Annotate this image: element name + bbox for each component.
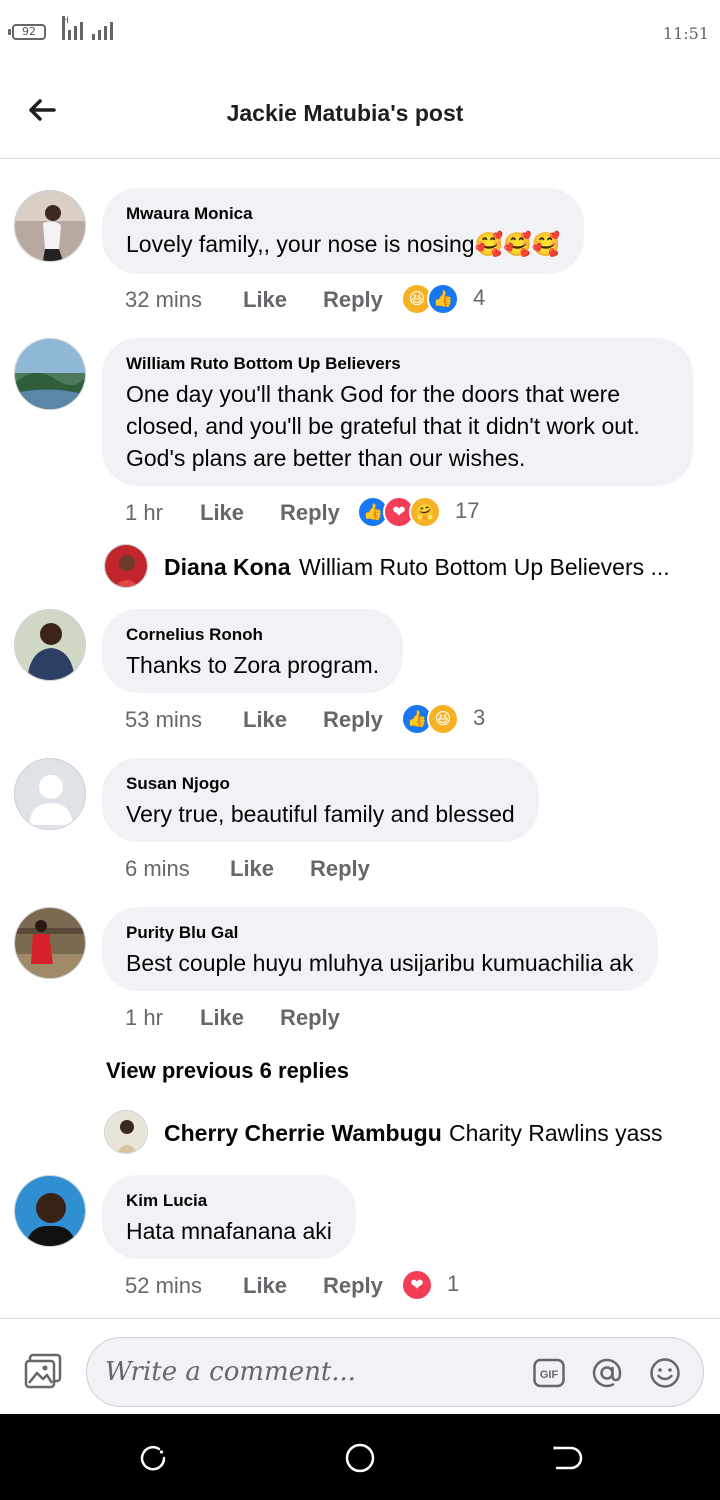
reply-button[interactable]: Reply: [323, 287, 383, 313]
reply-button[interactable]: Reply: [310, 856, 370, 882]
mention-icon: [592, 1358, 622, 1388]
reaction-count: 3: [473, 705, 486, 730]
signal-icon: H: [62, 16, 88, 40]
comment-text: Very true, beautiful family and blessed: [126, 801, 515, 827]
comment-author[interactable]: William Ruto Bottom Up Believers: [126, 354, 669, 374]
love-reaction-icon: ❤: [401, 1269, 433, 1301]
home-icon: [345, 1443, 375, 1473]
comment-author[interactable]: Purity Blu Gal: [126, 923, 634, 943]
signal-icon-2: [92, 18, 118, 40]
recents-icon: [140, 1446, 166, 1471]
comment-text: Lovely family,, your nose is nosing🥰🥰🥰: [126, 231, 561, 257]
comment-bubble[interactable]: Susan Njogo Very true, beautiful family …: [102, 758, 539, 842]
comment-text-line: One day you'll thank God for the doors t…: [126, 381, 621, 407]
comment-text: Hata mnafanana aki: [126, 1218, 332, 1244]
reply-text: William Ruto Bottom Up Believers ...: [299, 554, 670, 580]
like-button[interactable]: Like: [243, 287, 287, 313]
comment-bubble[interactable]: Kim Lucia Hata mnafanana aki: [102, 1175, 356, 1259]
comment-time[interactable]: 32 mins: [125, 287, 202, 313]
comment-bubble[interactable]: Purity Blu Gal Best couple huyu mluhya u…: [102, 907, 658, 991]
comment-text-line: God's plans are better than our wishes.: [126, 445, 526, 471]
like-button[interactable]: Like: [243, 707, 287, 733]
comment-author[interactable]: Kim Lucia: [126, 1191, 332, 1211]
emoji-button[interactable]: [649, 1357, 681, 1389]
comment-composer: GIF: [0, 1318, 720, 1414]
mention-button[interactable]: [591, 1357, 623, 1389]
view-previous-replies-link[interactable]: View previous 6 replies: [106, 1058, 349, 1084]
comment-input[interactable]: [105, 1354, 525, 1390]
clock: 11:51: [662, 24, 709, 43]
page-title: Jackie Matubia's post: [226, 100, 464, 126]
battery-level: 92: [22, 25, 36, 38]
recents-button[interactable]: [137, 1442, 169, 1474]
like-button[interactable]: Like: [200, 1005, 244, 1031]
back-nav-icon: [553, 1446, 583, 1470]
reaction-count: 4: [473, 285, 486, 310]
system-navigation-bar: [0, 1414, 720, 1500]
post-header: Jackie Matubia's post: [0, 64, 720, 159]
reply-author[interactable]: Diana Kona: [164, 554, 291, 581]
comment-time[interactable]: 6 mins: [125, 856, 190, 882]
comment-input-container[interactable]: GIF: [86, 1337, 704, 1407]
photo-button[interactable]: [24, 1353, 62, 1389]
default-avatar-icon: [15, 759, 85, 829]
reaction-count: 1: [447, 1271, 460, 1296]
gif-button[interactable]: GIF: [533, 1357, 565, 1389]
avatar[interactable]: [104, 1110, 148, 1154]
emoji-icon: [650, 1358, 680, 1388]
comment-time[interactable]: 1 hr: [125, 1005, 163, 1031]
haha-reaction-icon: 😆: [427, 703, 459, 735]
reply-button[interactable]: Reply: [280, 1005, 340, 1031]
photo-icon: [24, 1353, 62, 1389]
home-button[interactable]: [344, 1442, 376, 1474]
avatar[interactable]: [14, 907, 86, 979]
reaction-count: 17: [455, 498, 480, 523]
comment-bubble[interactable]: Mwaura Monica Lovely family,, your nose …: [102, 188, 585, 274]
reply-item[interactable]: Cherry Cherrie Wambugu Charity Rawlins y…: [104, 1110, 704, 1154]
battery-icon: 92: [8, 24, 46, 40]
avatar[interactable]: [14, 190, 86, 262]
reply-text: Charity Rawlins yass: [449, 1120, 663, 1146]
comment-time[interactable]: 1 hr: [125, 500, 163, 526]
reply-button[interactable]: Reply: [323, 1273, 383, 1299]
back-nav-button[interactable]: [551, 1442, 583, 1474]
avatar[interactable]: [104, 544, 148, 588]
avatar[interactable]: [14, 758, 86, 830]
comment-author[interactable]: Cornelius Ronoh: [126, 625, 379, 645]
comment-text: Best couple huyu mluhya usijaribu kumuac…: [126, 950, 634, 976]
comment-author[interactable]: Susan Njogo: [126, 774, 515, 794]
status-bar: 92 H 11:51: [0, 0, 720, 64]
gif-icon: GIF: [533, 1358, 565, 1388]
avatar[interactable]: [14, 1175, 86, 1247]
gif-label: GIF: [540, 1369, 559, 1381]
like-button[interactable]: Like: [200, 500, 244, 526]
care-reaction-icon: 🤗: [409, 496, 441, 528]
avatar[interactable]: [14, 338, 86, 410]
comment-author[interactable]: Mwaura Monica: [126, 204, 560, 224]
reply-author[interactable]: Cherry Cherrie Wambugu: [164, 1120, 442, 1147]
reply-button[interactable]: Reply: [280, 500, 340, 526]
comment-text-line: closed, and you'll be grateful that it d…: [126, 413, 640, 439]
reply-item[interactable]: Diana Kona William Ruto Bottom Up Believ…: [104, 544, 704, 588]
comment-time[interactable]: 53 mins: [125, 707, 202, 733]
comment-text: Thanks to Zora program.: [126, 652, 380, 678]
like-reaction-icon: 👍: [427, 283, 459, 315]
avatar[interactable]: [14, 609, 86, 681]
comment-bubble[interactable]: William Ruto Bottom Up Believers One day…: [102, 338, 693, 486]
like-button[interactable]: Like: [243, 1273, 287, 1299]
comment-bubble[interactable]: Cornelius Ronoh Thanks to Zora program.: [102, 609, 404, 693]
like-button[interactable]: Like: [230, 856, 274, 882]
comment-time[interactable]: 52 mins: [125, 1273, 202, 1299]
reply-button[interactable]: Reply: [323, 707, 383, 733]
